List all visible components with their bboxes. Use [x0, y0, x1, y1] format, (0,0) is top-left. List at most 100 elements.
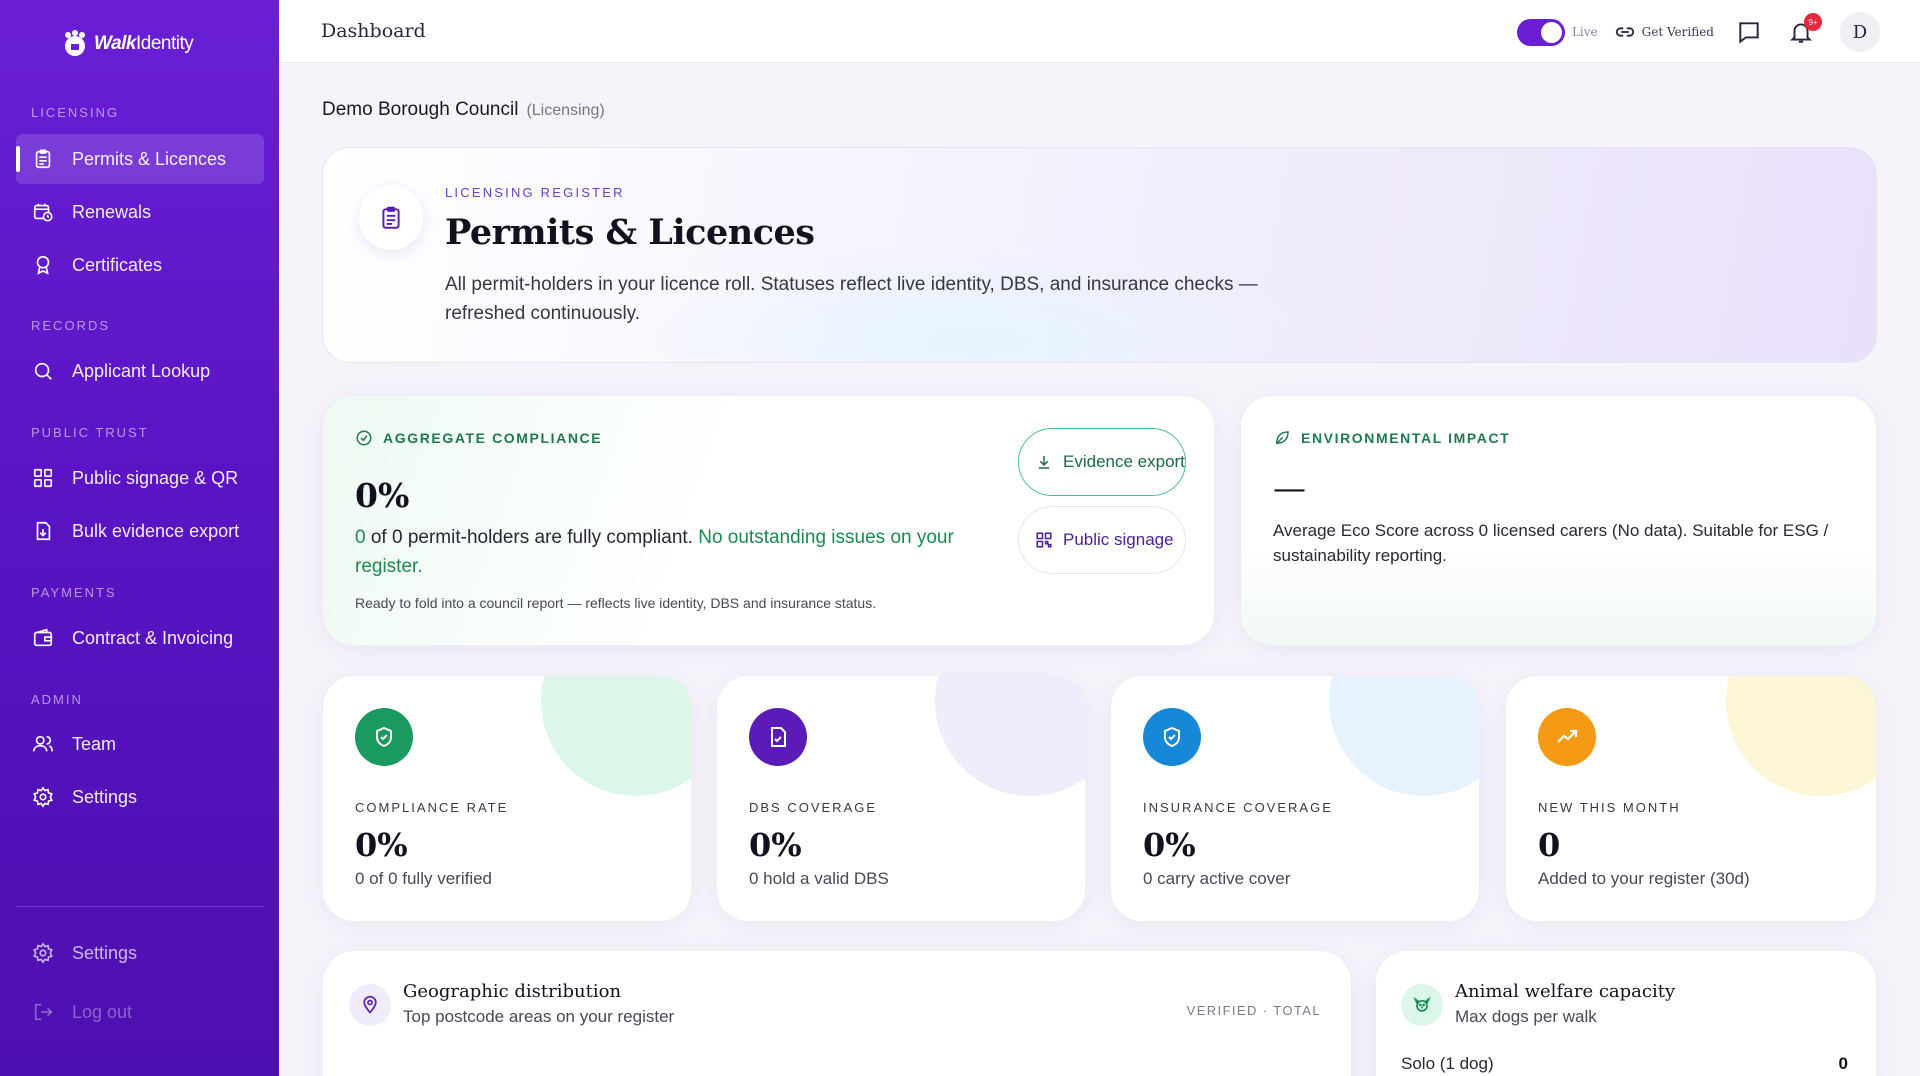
environment-kicker-label: ENVIRONMENTAL IMPACT	[1301, 430, 1511, 446]
clipboard-icon	[382, 206, 400, 229]
sidebar-item-label: Team	[72, 733, 117, 754]
evidence-export-label: Evidence export	[1063, 452, 1185, 471]
evidence-export-button[interactable]: Evidence export	[1018, 428, 1186, 496]
compliant-count: 0	[355, 527, 366, 548]
award-icon	[36, 255, 50, 275]
gear-icon	[33, 786, 53, 808]
decorative-blob	[935, 676, 1085, 796]
sidebar-footer-settings-label: Settings	[72, 942, 138, 963]
environment-description: Average Eco Score across 0 licensed care…	[1273, 521, 1829, 565]
hero-kicker: LICENSING REGISTER	[445, 185, 625, 200]
get-verified-link[interactable]: Get Verified	[1614, 21, 1714, 43]
sidebar-item-label: Public signage & QR	[72, 467, 239, 488]
brand-name: WalkIdentity	[94, 33, 194, 54]
stat-value: 0%	[355, 826, 408, 864]
stat-icon-wrapper	[355, 708, 413, 766]
section-label-licensing: LICENSING	[31, 105, 120, 120]
geo-icon-wrapper	[349, 984, 391, 1026]
stat-value: 0	[1538, 826, 1561, 864]
geo-subtitle: Top postcode areas on your register	[403, 1007, 675, 1026]
environmental-impact-card: ENVIRONMENTAL IMPACT — Average Eco Score…	[1240, 395, 1877, 646]
public-signage-button[interactable]: Public signage	[1018, 506, 1186, 574]
sidebar-item-label: Bulk evidence export	[72, 520, 240, 541]
sidebar-item-renewals[interactable]: Renewals	[16, 187, 264, 237]
sidebar-item-applicant-lookup[interactable]: Applicant Lookup	[16, 346, 264, 396]
users-icon	[33, 735, 53, 752]
trending-up-icon	[1557, 729, 1578, 743]
stat-card-new-this-month: NEW THIS MONTH 0 Added to your register …	[1505, 675, 1877, 922]
live-toggle[interactable]	[1516, 18, 1565, 46]
dog-face-icon	[1413, 996, 1431, 1012]
map-pin-icon	[363, 995, 377, 1014]
compliance-kicker: AGGREGATE COMPLIANCE	[355, 429, 602, 447]
qr-code-icon	[1036, 532, 1052, 548]
capacity-row-label: Solo (1 dog)	[1401, 1054, 1494, 1073]
sidebar-item-settings[interactable]: Settings	[16, 772, 264, 822]
stat-card-compliance-rate: COMPLIANCE RATE 0% 0 of 0 fully verified	[322, 675, 692, 922]
avatar[interactable]: D	[1840, 12, 1880, 52]
compliance-kicker-label: AGGREGATE COMPLIANCE	[383, 430, 603, 446]
stat-label: COMPLIANCE RATE	[355, 800, 509, 815]
notification-badge: 9+	[1804, 13, 1822, 31]
aggregate-compliance-card: AGGREGATE COMPLIANCE 0% 0 of 0 permit-ho…	[322, 395, 1215, 646]
download-icon	[1038, 456, 1050, 469]
sidebar-divider	[16, 906, 264, 907]
sidebar-item-label: Certificates	[72, 254, 163, 275]
sidebar-item-label: Contract & Invoicing	[72, 627, 234, 648]
stat-value: 0%	[749, 826, 802, 864]
notifications-button[interactable]: 9+	[1788, 13, 1822, 45]
logout-icon	[34, 1003, 53, 1021]
calendar-clock-icon	[33, 203, 53, 222]
animal-icon-wrapper	[1401, 984, 1443, 1026]
stat-card-insurance-coverage: INSURANCE COVERAGE 0% 0 carry active cov…	[1110, 675, 1480, 922]
chat-icon	[1739, 22, 1759, 44]
section-label-admin: ADMIN	[31, 692, 83, 707]
sidebar-item-bulk-evidence-export[interactable]: Bulk evidence export	[16, 506, 264, 556]
organization-header: Demo Borough Council (Licensing)	[322, 99, 605, 121]
messages-button[interactable]	[1736, 19, 1762, 45]
sidebar-item-label: Renewals	[72, 201, 152, 222]
live-label: Live	[1571, 25, 1598, 39]
hero-banner: LICENSING REGISTER Permits & Licences Al…	[322, 147, 1877, 363]
top-bar: Dashboard Live Get Verified 9+ D	[279, 0, 1920, 63]
sidebar-item-public-signage[interactable]: Public signage & QR	[16, 453, 264, 503]
logout-button[interactable]: Log out	[16, 987, 264, 1037]
compliance-percentage: 0%	[355, 476, 410, 515]
section-label-records: RECORDS	[31, 318, 111, 333]
qr-grid-icon	[33, 468, 53, 488]
organization-context: (Licensing)	[526, 102, 605, 119]
sidebar-item-label: Applicant Lookup	[72, 360, 211, 381]
paw-logo-icon	[65, 30, 85, 56]
stat-subtext: 0 of 0 fully verified	[355, 869, 493, 888]
section-label-payments: PAYMENTS	[31, 585, 117, 600]
public-signage-label: Public signage	[1063, 530, 1174, 549]
stat-icon-wrapper	[1143, 708, 1201, 766]
sidebar-item-contract-invoicing[interactable]: Contract & Invoicing	[16, 613, 264, 663]
compliance-summary-text: of 0 permit-holders are fully compliant.	[365, 527, 699, 548]
sidebar-item-team[interactable]: Team	[16, 719, 264, 769]
geographic-distribution-card: Geographic distribution Top postcode are…	[322, 950, 1352, 1076]
hero-description: All permit-holders in your licence roll.…	[445, 274, 1258, 324]
stat-subtext: Added to your register (30d)	[1538, 869, 1750, 888]
gear-icon	[33, 942, 53, 964]
stat-icon-wrapper	[1538, 708, 1596, 766]
stat-subtext: 0 hold a valid DBS	[749, 869, 889, 888]
stat-subtext: 0 carry active cover	[1143, 869, 1291, 888]
file-check-icon	[771, 727, 786, 747]
search-icon	[34, 362, 52, 380]
eco-score-value: —	[1273, 468, 1306, 507]
decorative-blob	[541, 676, 691, 796]
leaf-icon	[1275, 431, 1289, 445]
decorative-blob	[1329, 676, 1479, 796]
shield-check-icon	[376, 726, 392, 748]
stat-card-dbs-coverage: DBS COVERAGE 0% 0 hold a valid DBS	[716, 675, 1086, 922]
geo-title: Geographic distribution	[403, 981, 622, 1002]
sidebar-footer-settings[interactable]: Settings	[16, 928, 264, 978]
sidebar-item-certificates[interactable]: Certificates	[16, 240, 264, 290]
page-title: Dashboard	[321, 20, 426, 42]
sidebar: WalkIdentity LICENSING Permits & Licence…	[0, 0, 279, 1076]
sidebar-item-permits-licences[interactable]: Permits & Licences	[16, 134, 264, 184]
compliance-footnote: Ready to fold into a council report — re…	[355, 595, 877, 611]
brand-logo[interactable]: WalkIdentity	[60, 30, 194, 58]
clipboard-icon	[35, 149, 51, 169]
